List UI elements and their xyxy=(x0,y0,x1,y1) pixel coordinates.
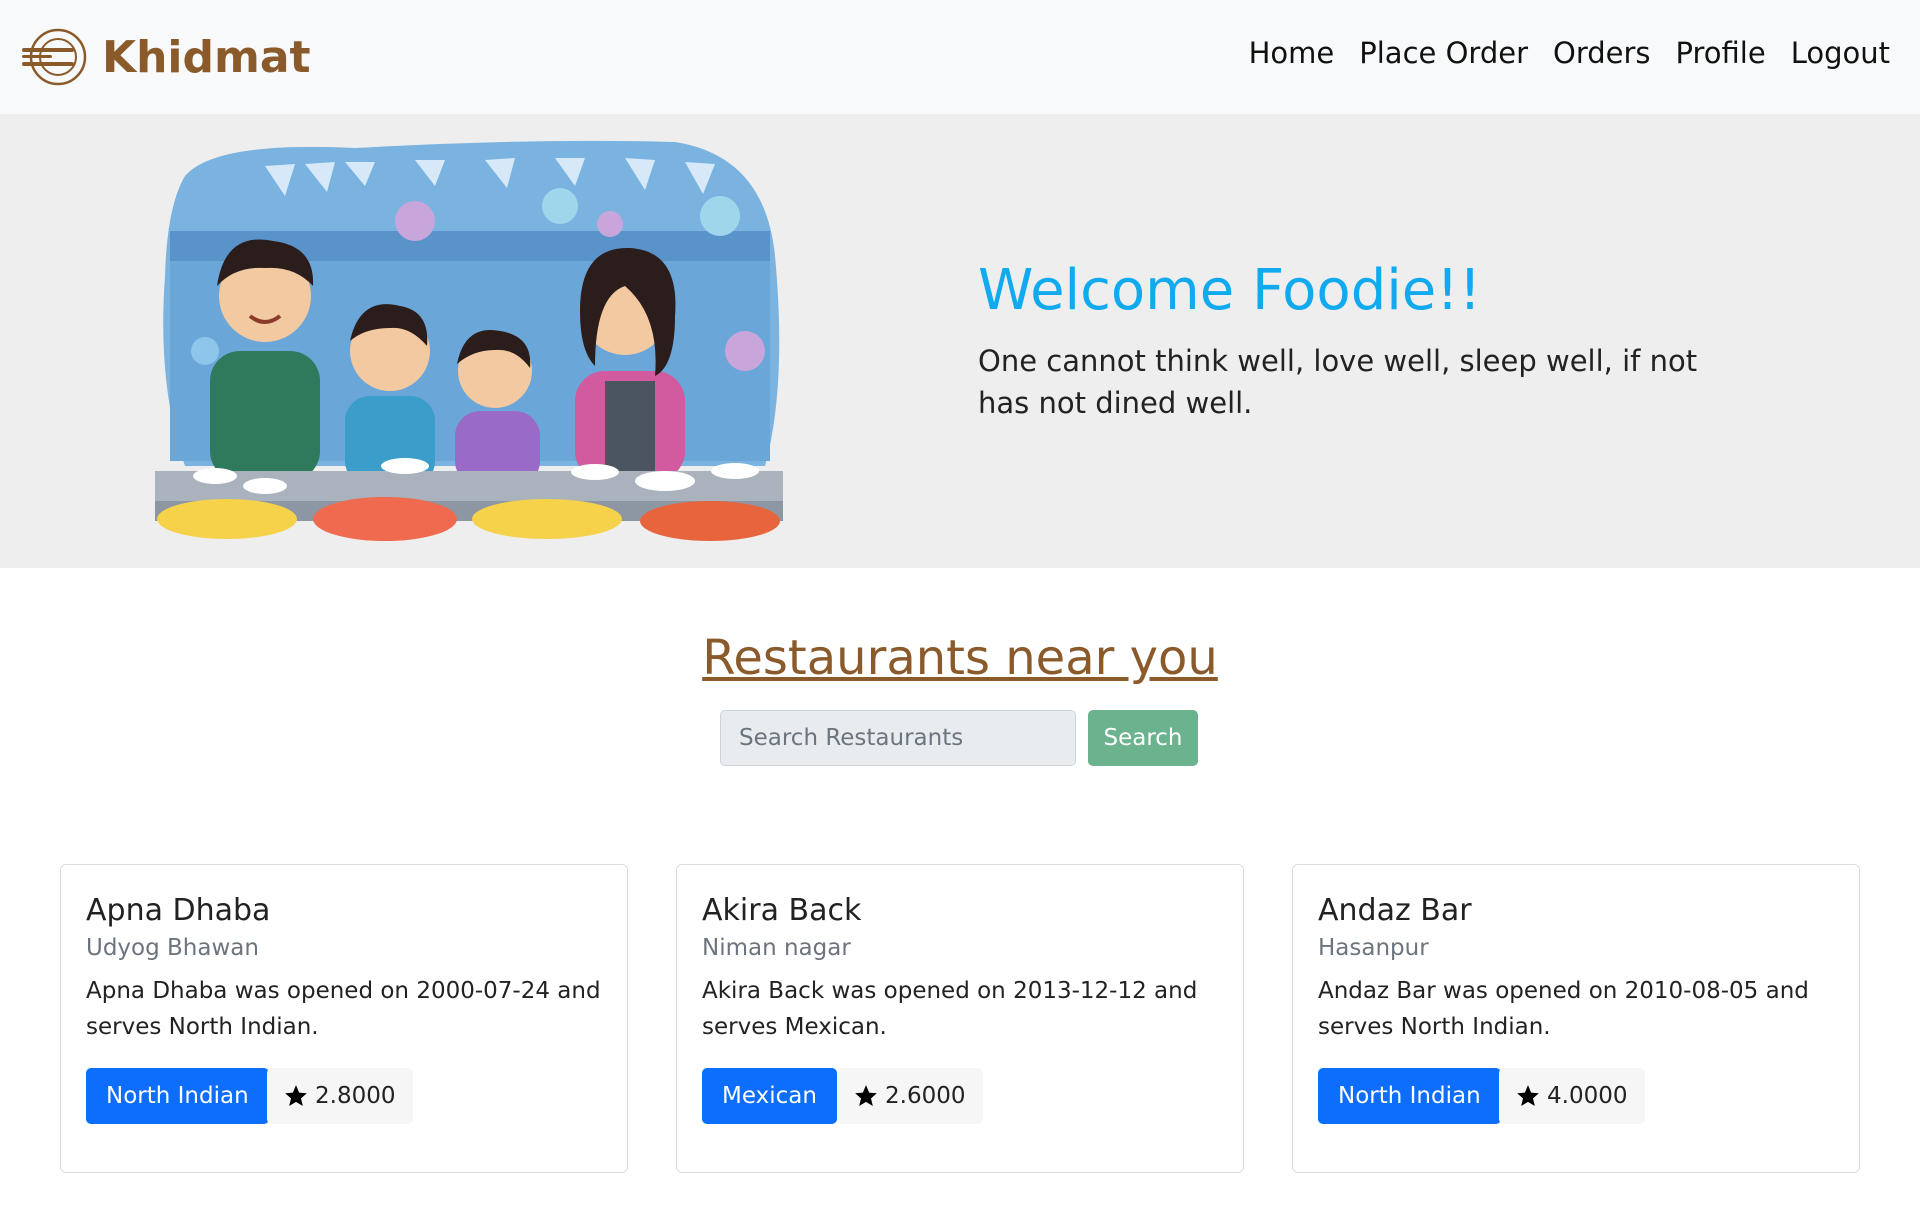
plate-fork-icon xyxy=(22,28,87,86)
rating-badge: 2.6000 xyxy=(837,1068,984,1124)
nav-home-link[interactable]: Home xyxy=(1249,36,1335,70)
restaurant-card: Akira Back Niman nagar Akira Back was op… xyxy=(676,864,1244,1173)
rating-badge: 4.0000 xyxy=(1499,1068,1646,1124)
star-icon xyxy=(1517,1085,1539,1106)
nav-place-order-link[interactable]: Place Order xyxy=(1359,36,1528,70)
cuisine-button[interactable]: Mexican xyxy=(702,1068,837,1124)
restaurant-card: Andaz Bar Hasanpur Andaz Bar was opened … xyxy=(1292,864,1860,1173)
restaurant-description: Apna Dhaba was opened on 2000-07-24 and … xyxy=(86,978,601,1040)
restaurant-description: Andaz Bar was opened on 2010-08-05 and s… xyxy=(1318,978,1809,1040)
star-icon xyxy=(285,1085,307,1106)
rating-badge: 2.8000 xyxy=(267,1068,414,1124)
restaurant-name: Andaz Bar xyxy=(1318,893,1472,928)
hero-title: Welcome Foodie!! xyxy=(978,258,1482,323)
section-title: Restaurants near you xyxy=(702,630,1218,686)
restaurant-description: Akira Back was opened on 2013-12-12 and … xyxy=(702,978,1198,1040)
restaurant-location: Niman nagar xyxy=(702,935,851,961)
brand-link[interactable]: Khidmat xyxy=(20,26,311,88)
family-eating-illustration xyxy=(155,140,783,541)
search-input[interactable] xyxy=(720,710,1076,766)
restaurant-location: Hasanpur xyxy=(1318,935,1429,961)
rating-value: 2.8000 xyxy=(315,1083,396,1109)
hero-quote: One cannot think well, love well, sleep … xyxy=(978,344,1698,420)
cuisine-button[interactable]: North Indian xyxy=(86,1068,269,1124)
nav-profile-link[interactable]: Profile xyxy=(1676,36,1766,70)
restaurant-location: Udyog Bhawan xyxy=(86,935,259,961)
search-button[interactable]: Search xyxy=(1088,710,1198,766)
nav-logout-link[interactable]: Logout xyxy=(1791,36,1890,70)
restaurant-name: Apna Dhaba xyxy=(86,893,271,928)
rating-value: 4.0000 xyxy=(1547,1083,1628,1109)
main-nav: Home Place Order Orders Profile Logout xyxy=(1224,36,1890,70)
search-form: Search xyxy=(720,710,1198,766)
cuisine-button[interactable]: North Indian xyxy=(1318,1068,1501,1124)
restaurant-card: Apna Dhaba Udyog Bhawan Apna Dhaba was o… xyxy=(60,864,628,1173)
restaurant-name: Akira Back xyxy=(702,893,862,928)
brand-name: Khidmat xyxy=(102,31,311,83)
star-icon xyxy=(855,1085,877,1106)
hero-banner: Welcome Foodie!! One cannot think well, … xyxy=(0,114,1920,568)
navbar: Khidmat Home Place Order Orders Profile … xyxy=(0,0,1920,114)
rating-value: 2.6000 xyxy=(885,1083,966,1109)
nav-orders-link[interactable]: Orders xyxy=(1553,36,1651,70)
